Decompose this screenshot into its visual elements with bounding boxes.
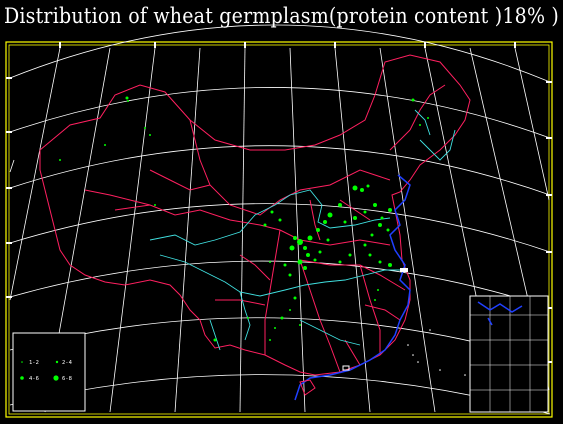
hainan-island [299,379,316,396]
legend-marker-3 [20,376,24,380]
legend-marker-2 [55,360,59,364]
china-distribution-map: 1-2 2-4 4-6 6-8 [5,24,553,418]
legend-marker-1 [21,361,23,363]
legend-label-4: 6-8 [62,376,72,382]
legend-marker-4 [53,375,59,381]
legend-label-2: 2-4 [62,360,73,366]
inset-map [469,295,549,413]
legend-label-1: 1-2 [29,360,39,366]
legend: 1-2 2-4 4-6 6-8 [12,332,86,412]
coastal-marker [400,268,408,272]
legend-label-3: 4-6 [29,376,39,382]
